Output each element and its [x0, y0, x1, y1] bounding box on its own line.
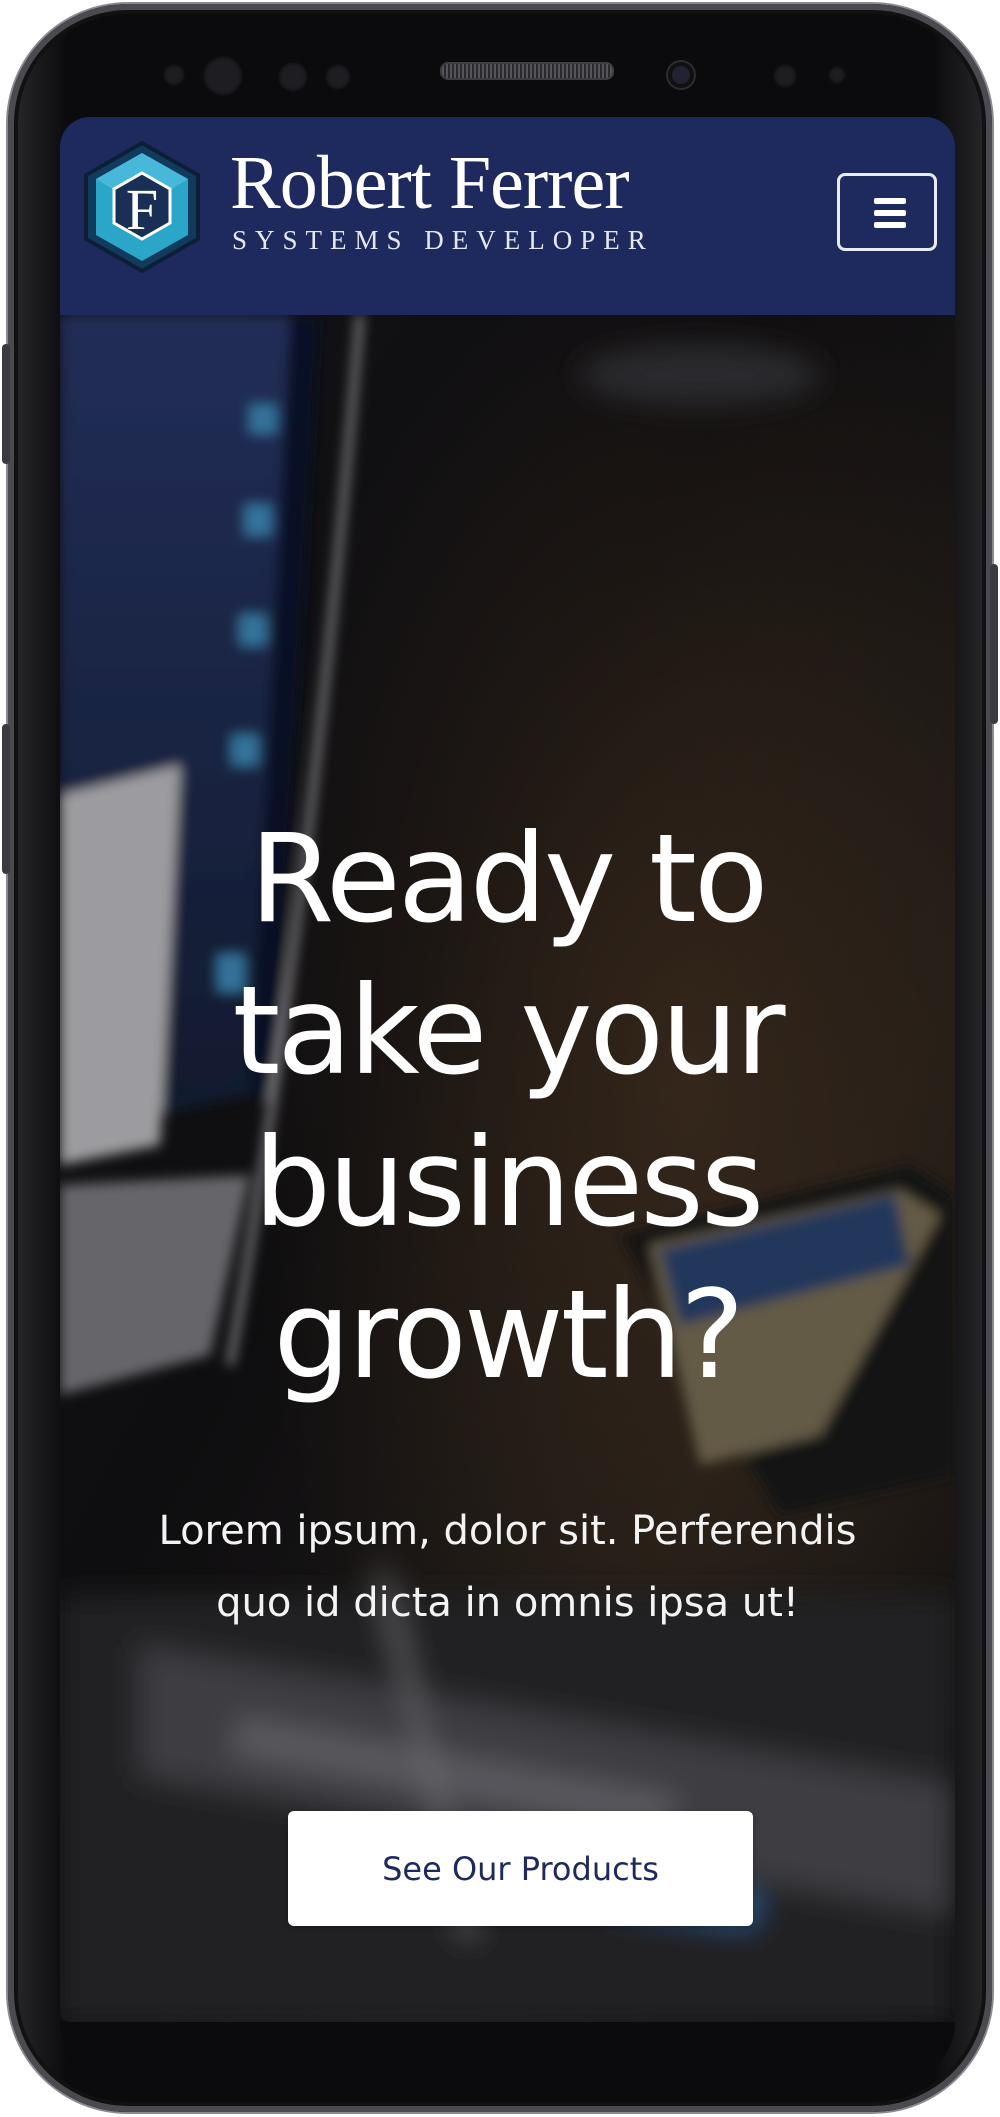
sensor-icon: [278, 62, 308, 92]
hero-headline: Ready to take your business growth?: [60, 803, 955, 1411]
front-camera-icon: [668, 62, 694, 88]
volume-button: [2, 344, 10, 464]
headline-line: business: [253, 1112, 765, 1254]
sensor-icon: [773, 64, 797, 88]
site-navbar: F Robert Ferrer SYSTEMS DEVELOPER: [60, 117, 955, 315]
subtext-line: Lorem ipsum, dolor sit. Perferendis: [158, 1508, 857, 1554]
sensor-icon: [325, 64, 351, 90]
headline-line: Ready to: [249, 808, 768, 950]
hero-section: Ready to take your business growth? Lore…: [60, 315, 955, 2022]
headline-line: take your: [232, 960, 785, 1102]
power-button: [990, 564, 998, 724]
phone-bottom-bezel: [60, 2022, 955, 2082]
phone-frame: F Robert Ferrer SYSTEMS DEVELOPER Ready …: [2, 4, 998, 2112]
bixby-button: [2, 724, 10, 874]
phone-screen: F Robert Ferrer SYSTEMS DEVELOPER Ready …: [60, 117, 955, 2022]
see-our-products-button[interactable]: See Our Products: [288, 1811, 753, 1926]
earpiece-speaker: [440, 62, 614, 80]
sensor-icon: [203, 56, 243, 96]
brand-tagline: SYSTEMS DEVELOPER: [232, 225, 654, 255]
sensor-icon: [828, 66, 846, 84]
subtext-line: quo id dicta in omnis ipsa ut!: [216, 1580, 799, 1626]
menu-toggle-button[interactable]: [837, 173, 937, 251]
logo-letter: F: [126, 177, 158, 242]
logo-icon[interactable]: F: [74, 139, 210, 275]
brand-name[interactable]: Robert Ferrer: [230, 145, 630, 221]
hero-subtext: Lorem ipsum, dolor sit. Perferendis quo …: [100, 1495, 915, 1639]
sensor-icon: [163, 64, 185, 86]
headline-line: growth?: [273, 1264, 744, 1406]
